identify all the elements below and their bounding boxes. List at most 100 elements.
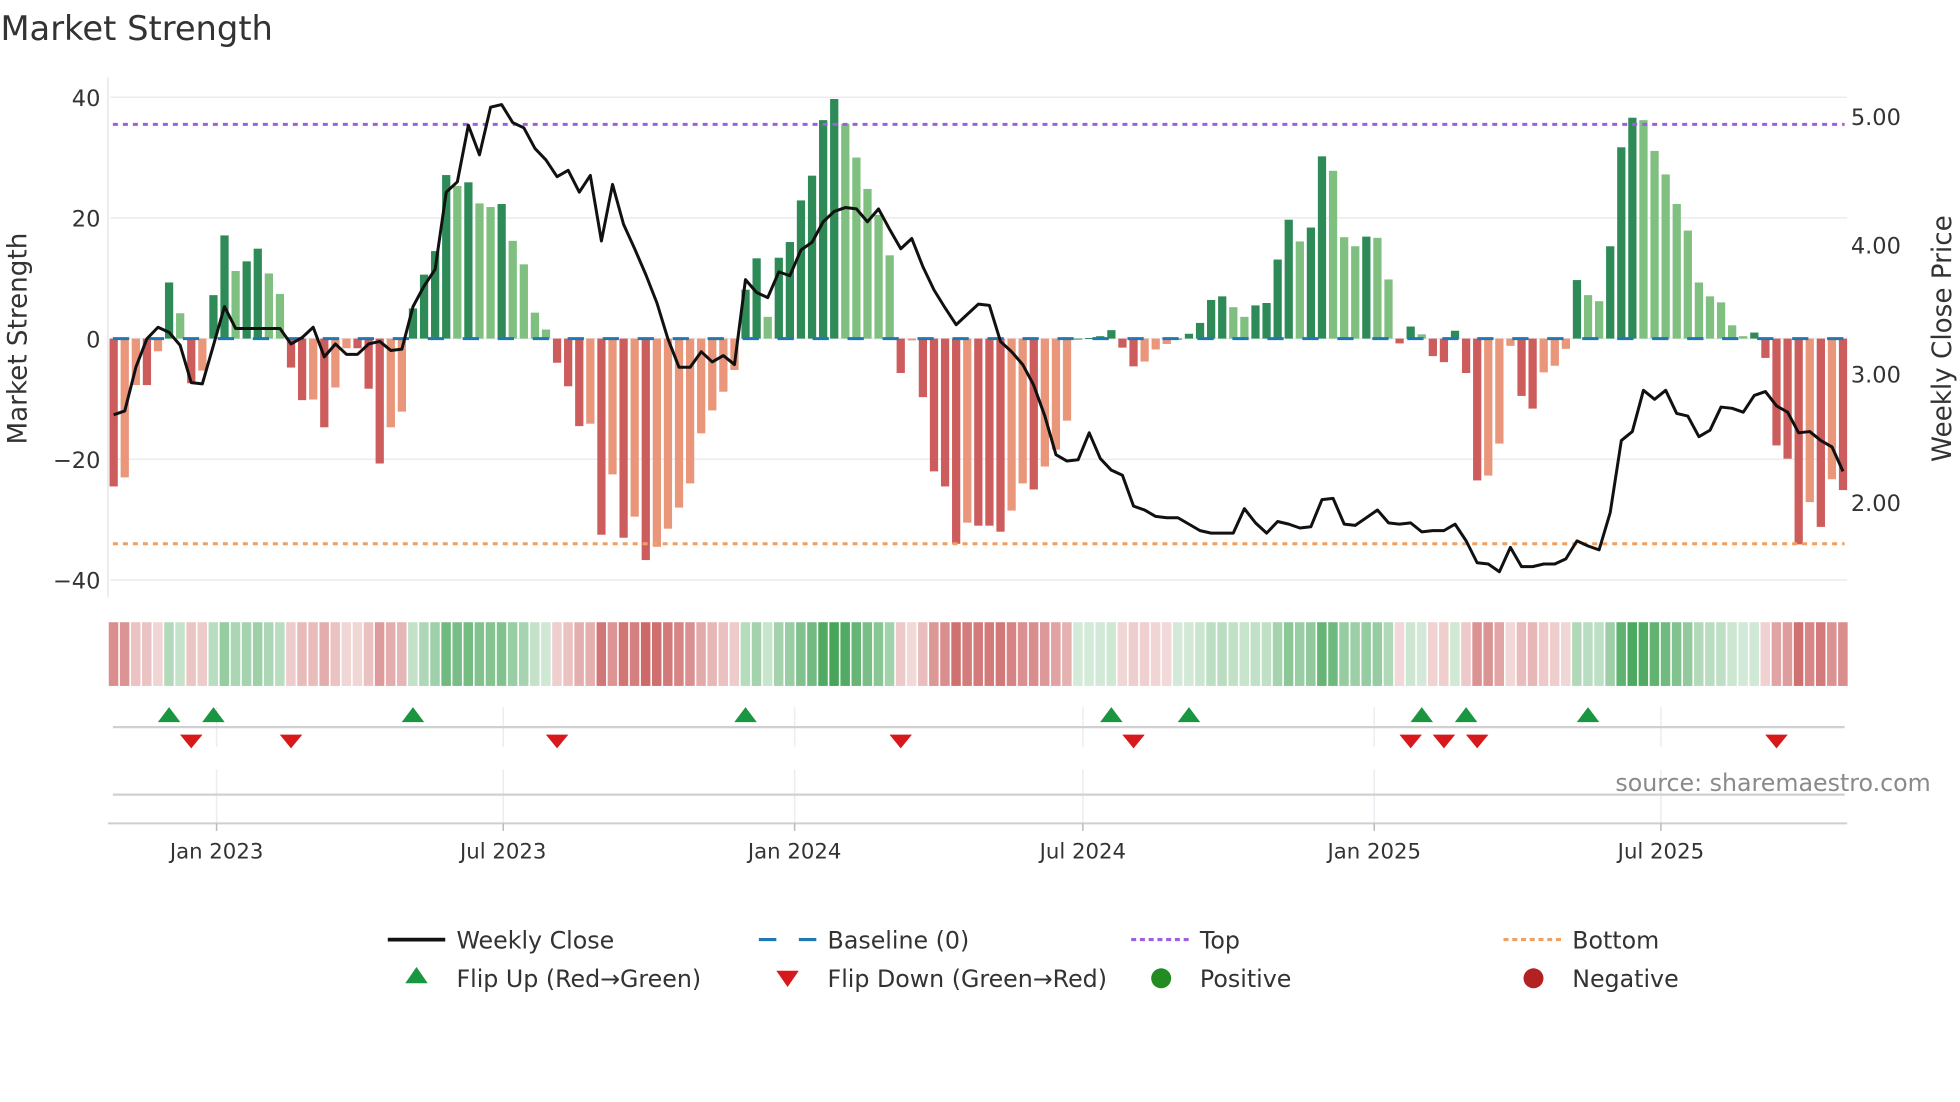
- strip-cell: [186, 622, 196, 686]
- strip-cell: [1682, 622, 1693, 686]
- y2-tick-label: 5.00: [1851, 105, 1901, 131]
- strength-bar: [1583, 295, 1593, 339]
- legend-label: Flip Up (Red→Green): [456, 965, 701, 993]
- strength-bar: [1805, 338, 1814, 503]
- strip-cell: [230, 622, 241, 686]
- legend-item: Bottom: [1503, 926, 1659, 954]
- strength-bar: [530, 312, 540, 339]
- strip-cell: [1184, 622, 1194, 686]
- strip-cell: [1062, 622, 1072, 686]
- strip-cell: [1372, 622, 1383, 686]
- strip-cell: [1815, 622, 1826, 686]
- strength-bar: [1794, 338, 1803, 545]
- strip-cell: [851, 622, 862, 686]
- strip-cell: [918, 622, 928, 686]
- strength-heat-strip: [108, 622, 1848, 686]
- strength-bar: [785, 242, 795, 339]
- strip-cell: [1483, 622, 1493, 686]
- strip-cell: [1583, 622, 1593, 686]
- strength-bar: [1639, 120, 1648, 339]
- strip-cell: [1416, 622, 1427, 686]
- x-tick-label: Jul 2023: [458, 839, 546, 864]
- strip-cell: [1084, 622, 1094, 686]
- strength-bar: [453, 185, 462, 339]
- strip-cell: [319, 622, 329, 686]
- legend-item: Flip Down (Green→Red): [776, 965, 1107, 993]
- flip-down-marker: [1122, 734, 1145, 749]
- flip-down-marker: [1465, 734, 1489, 749]
- strip-cell: [596, 622, 607, 686]
- strip-cell: [1694, 622, 1704, 686]
- strength-bar: [1284, 219, 1293, 339]
- strip-cell: [574, 622, 584, 686]
- strip-cell: [430, 622, 440, 686]
- strip-cell: [108, 622, 119, 686]
- strength-bar: [929, 338, 939, 472]
- x-tick-label: Jul 2024: [1038, 839, 1126, 864]
- strip-cell: [1073, 622, 1083, 686]
- strength-bar: [220, 235, 229, 339]
- strength-bars: [109, 99, 1848, 561]
- strip-cell: [1527, 622, 1538, 686]
- legend-label: Negative: [1572, 965, 1678, 993]
- strength-bar: [1240, 316, 1249, 339]
- strip-cell: [696, 622, 706, 686]
- strength-bar: [719, 338, 728, 392]
- y-tick-label: 40: [72, 86, 101, 112]
- strip-cell: [1760, 622, 1771, 686]
- strip-cell: [1317, 622, 1327, 686]
- strip-cell: [1594, 622, 1604, 686]
- strength-bar: [1439, 338, 1449, 363]
- strength-bar: [1328, 170, 1338, 339]
- strip-cell: [995, 622, 1006, 686]
- legend-item: Flip Up (Red→Green): [405, 965, 701, 993]
- flip-down-marker: [545, 734, 569, 749]
- strip-cell: [518, 622, 529, 686]
- strip-cell: [385, 622, 396, 686]
- strip-cell: [485, 622, 496, 686]
- strip-cell: [263, 622, 274, 686]
- y2-ticks: 5.00 4.00 3.00 2.00: [1851, 105, 1901, 517]
- strength-bar: [519, 264, 528, 339]
- legend-label: Top: [1199, 926, 1240, 954]
- strip-cell: [585, 622, 595, 686]
- circle-icon: [1523, 968, 1544, 989]
- flip-down-marker: [1399, 734, 1422, 749]
- strip-cell: [1605, 622, 1615, 686]
- strength-bar: [1683, 230, 1692, 339]
- strength-bar: [1040, 338, 1049, 467]
- strength-bar: [475, 203, 484, 339]
- legend-item: Positive: [1151, 965, 1291, 993]
- legend-label: Positive: [1200, 965, 1291, 993]
- strip-cell: [1494, 622, 1504, 686]
- strength-bar: [1129, 338, 1138, 367]
- legend-item: Weekly Close: [387, 926, 614, 954]
- strength-bar: [763, 316, 772, 339]
- strip-cell: [1461, 622, 1471, 686]
- strip-cell: [1738, 622, 1748, 686]
- strip-cell: [1228, 622, 1238, 686]
- strip-cell: [829, 622, 839, 686]
- strength-bar: [486, 207, 495, 339]
- strength-bar: [586, 338, 595, 424]
- strip-cell: [1283, 622, 1294, 686]
- strip-cell: [330, 622, 340, 686]
- strength-bar: [253, 248, 262, 339]
- strip-cell: [1250, 622, 1261, 686]
- strength-bar: [1595, 301, 1604, 339]
- flip-down-marker: [279, 734, 303, 749]
- y-ticks: 40 20 0 −20 −40: [53, 86, 100, 595]
- strength-bar: [1772, 338, 1781, 446]
- strip-cell: [940, 622, 950, 686]
- strip-cell: [452, 622, 462, 686]
- strip-cell: [241, 622, 252, 686]
- source-credit: source: sharemaestro.com: [1615, 769, 1930, 797]
- strip-cell: [419, 622, 429, 686]
- strip-cell: [1827, 622, 1837, 686]
- strip-cell: [740, 622, 751, 686]
- strip-cell: [718, 622, 728, 686]
- strip-cell: [1051, 622, 1061, 686]
- strength-bar: [1351, 246, 1360, 339]
- strip-cell: [308, 622, 318, 686]
- strip-cell: [1649, 622, 1660, 686]
